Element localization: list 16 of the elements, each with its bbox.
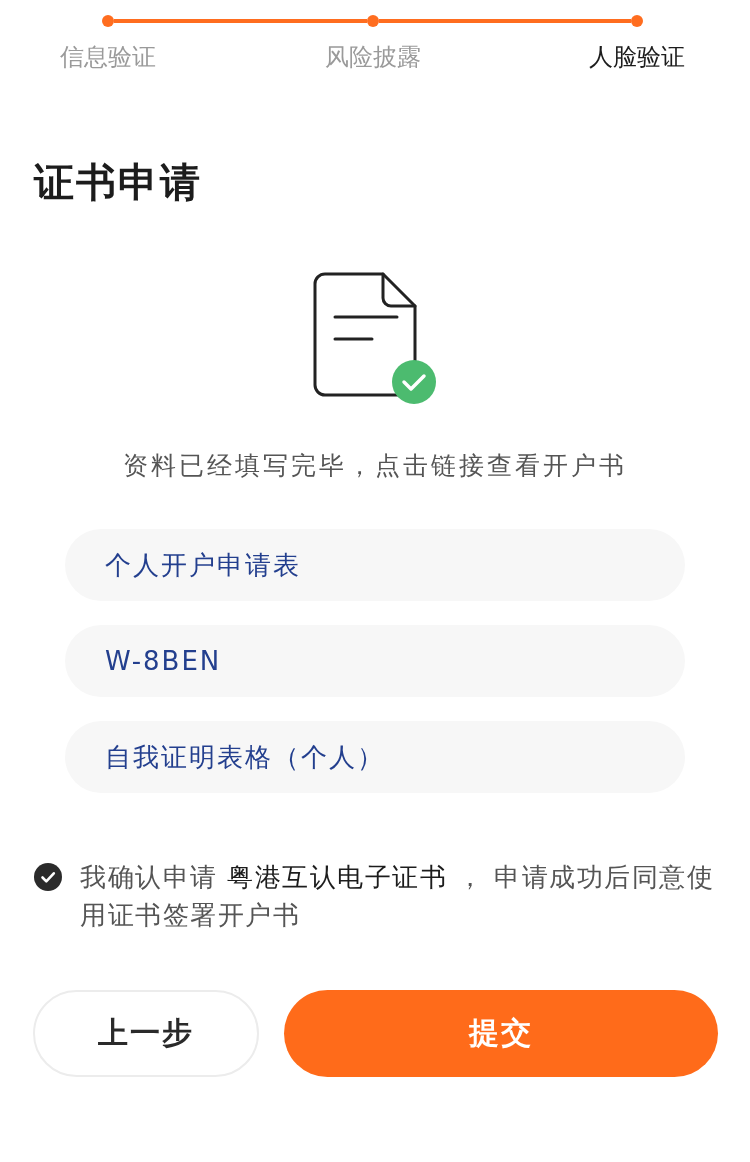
check-badge-icon	[392, 360, 436, 404]
back-button[interactable]: 上一步	[33, 990, 259, 1077]
step-dot-icon	[631, 15, 643, 27]
document-link[interactable]: W-8BEN	[65, 625, 685, 697]
document-icon	[313, 272, 417, 397]
document-link[interactable]: 个人开户申请表	[65, 529, 685, 601]
instruction-text: 资料已经填写完毕，点击链接查看开户书	[123, 450, 627, 482]
step-dot-icon	[102, 15, 114, 27]
agreement-checkbox[interactable]	[34, 863, 62, 891]
page-title: 证书申请	[34, 158, 202, 207]
step-label: 人脸验证	[589, 42, 685, 73]
agreement-text: 我确认申请 粤港互认电子证书 ， 申请成功后同意使用证书签署开户书	[80, 861, 716, 932]
step-dot-icon	[366, 15, 379, 27]
document-link[interactable]: 自我证明表格（个人）	[65, 721, 685, 793]
step-label: 信息验证	[60, 42, 156, 73]
step-label: 风险披露	[324, 42, 421, 73]
